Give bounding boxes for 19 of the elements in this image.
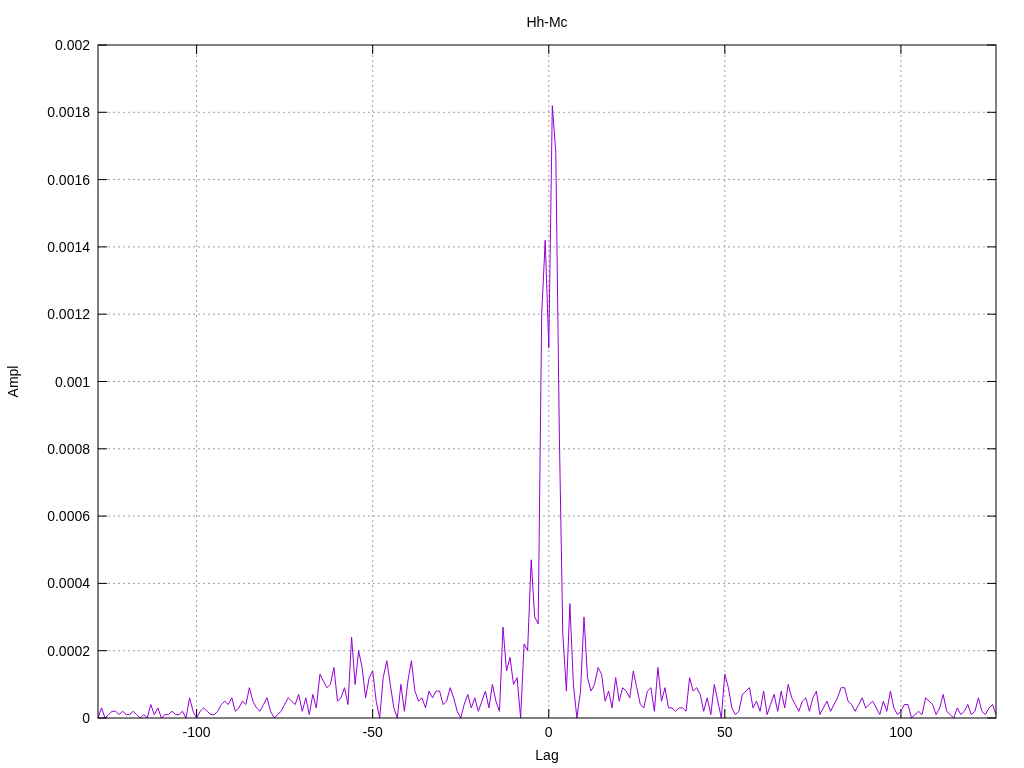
- x-tick-label: -100: [182, 724, 211, 740]
- y-tick-label: 0.0014: [47, 238, 90, 255]
- y-tick-label: 0.0004: [47, 575, 90, 592]
- y-tick-label: 0.002: [54, 37, 90, 53]
- x-tick-label: 100: [889, 724, 913, 740]
- y-tick-label: 0.0012: [47, 306, 90, 323]
- y-tick-label: 0.0006: [47, 508, 90, 525]
- chart-title: Hh-Mc: [526, 14, 568, 30]
- y-axis-label: Ampl: [5, 365, 21, 398]
- x-tick-label: 0: [544, 724, 553, 740]
- x-tick-label: 50: [717, 724, 733, 740]
- y-tick-label: 0.0008: [47, 440, 90, 457]
- y-tick-label: 0: [82, 710, 90, 726]
- y-tick-label: 0.001: [54, 373, 90, 390]
- y-tick-label: 0.0016: [47, 171, 90, 188]
- x-tick-label: -50: [362, 724, 383, 740]
- x-axis-label: Lag: [535, 747, 559, 763]
- y-tick-label: 0.0018: [47, 104, 90, 121]
- y-tick-label: 0.0002: [47, 642, 90, 659]
